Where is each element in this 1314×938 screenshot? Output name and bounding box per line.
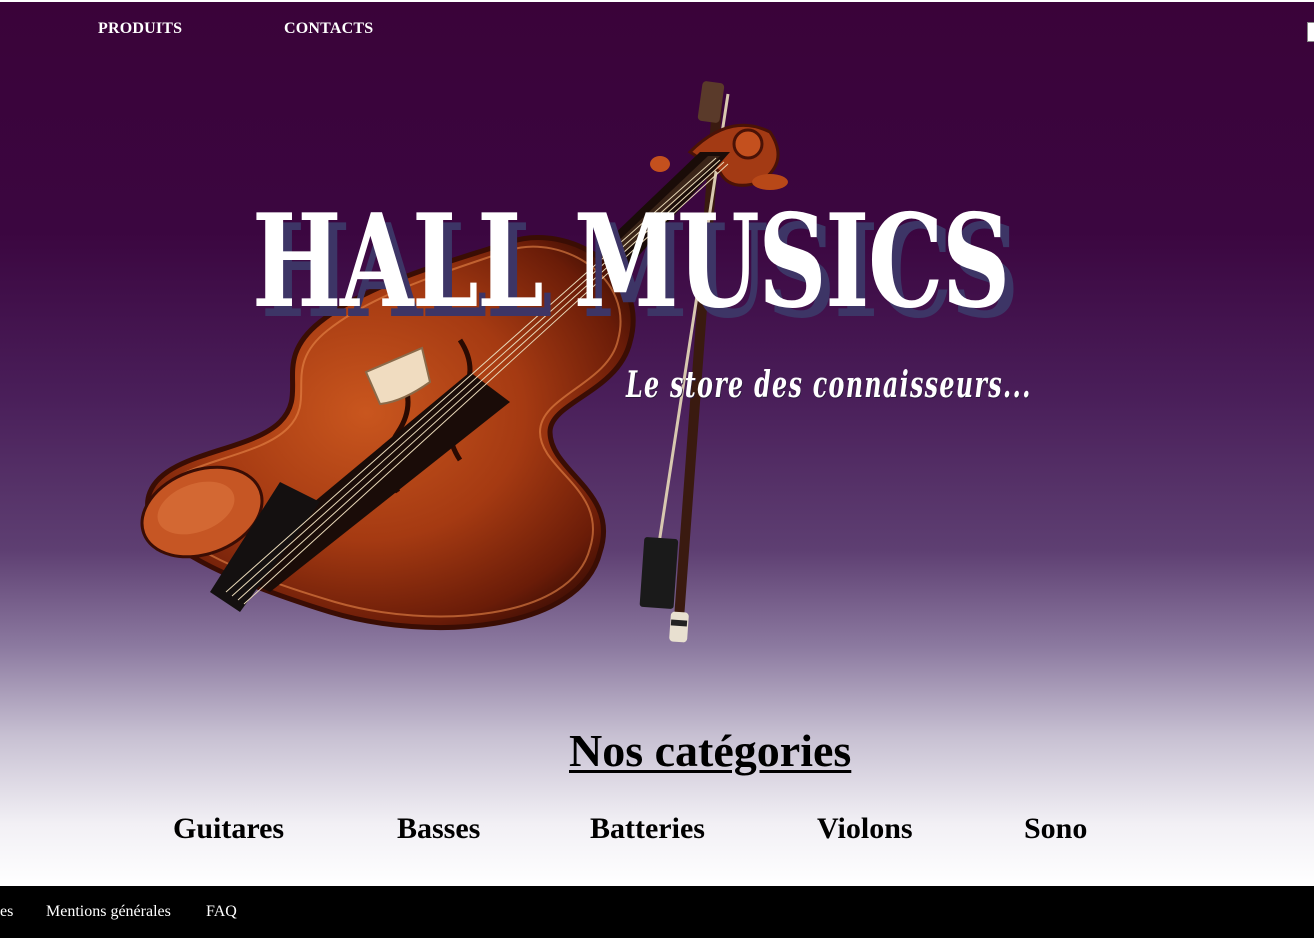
category-sono[interactable]: Sono <box>1024 812 1087 846</box>
category-violons[interactable]: Violons <box>817 812 913 846</box>
categories-title: Nos catégories <box>569 725 852 776</box>
category-guitares[interactable]: Guitares <box>173 812 284 846</box>
category-basses[interactable]: Basses <box>397 812 480 846</box>
categories-list: Guitares Basses Batteries Violons Sono <box>0 812 1314 852</box>
brand-tagline: Le store des connaisseurs... <box>626 364 1032 406</box>
category-batteries[interactable]: Batteries <box>590 812 705 846</box>
brand-title: HALL MUSICS <box>252 187 1010 337</box>
page-hero: PRODUITS CONTACTS HALL MUSICS Le store d… <box>0 2 1314 886</box>
footer: es Mentions générales FAQ <box>0 886 1314 938</box>
main-nav: PRODUITS CONTACTS <box>0 20 1314 42</box>
footer-link-truncated[interactable]: es <box>0 903 13 921</box>
nav-link-produits[interactable]: PRODUITS <box>98 20 182 38</box>
edge-widget[interactable] <box>1307 22 1314 42</box>
footer-link-mentions[interactable]: Mentions générales <box>46 903 171 921</box>
nav-link-contacts[interactable]: CONTACTS <box>284 20 373 38</box>
footer-link-faq[interactable]: FAQ <box>206 903 237 921</box>
